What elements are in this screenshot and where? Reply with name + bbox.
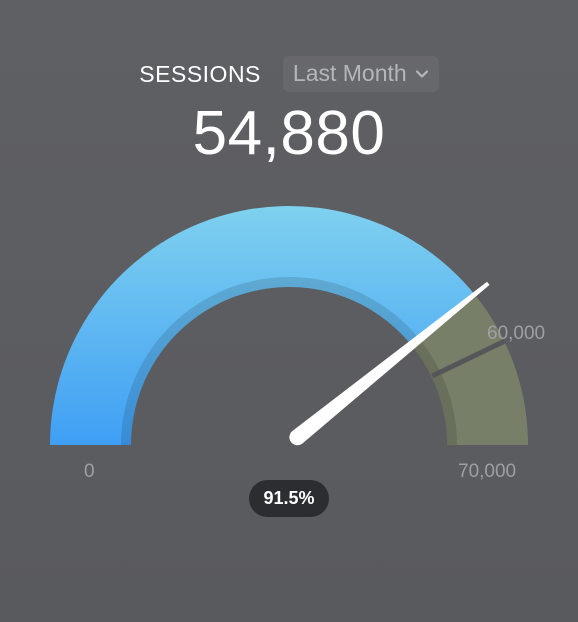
gauge-arc-progress	[50, 206, 476, 445]
gauge-chart	[50, 206, 528, 446]
gauge-max-label: 70,000	[458, 461, 517, 482]
gauge-target-label: 60,000	[487, 323, 546, 344]
gauge-widget: SESSIONS Last Month 54,880 0 70,000 60,0…	[0, 0, 578, 622]
gauge-min-label: 0	[84, 461, 95, 482]
percent-badge: 91.5%	[249, 480, 329, 517]
